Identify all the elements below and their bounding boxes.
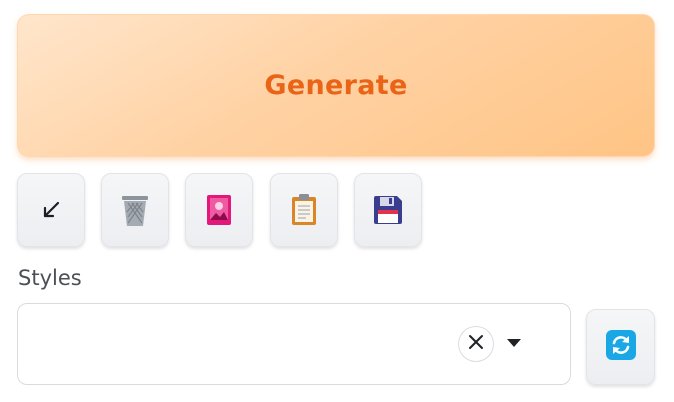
generate-button[interactable]: Generate [17, 14, 655, 157]
image-icon [205, 193, 233, 227]
extra-networks-button[interactable] [185, 173, 253, 247]
refresh-icon [605, 330, 636, 364]
floppy-disk-icon [372, 194, 404, 226]
save-style-button[interactable] [354, 173, 422, 247]
send-to-prompt-button[interactable] [17, 173, 85, 247]
styles-dropdown[interactable] [17, 303, 571, 385]
clear-prompt-button[interactable] [101, 173, 169, 247]
apply-style-button[interactable] [270, 173, 338, 247]
refresh-styles-button[interactable] [586, 309, 655, 385]
arrow-down-left-icon [38, 197, 64, 223]
styles-label: Styles [18, 266, 82, 290]
close-icon [468, 334, 484, 354]
caret-down-icon[interactable] [507, 339, 521, 347]
trash-icon [119, 192, 151, 228]
clipboard-icon [290, 193, 318, 227]
clear-styles-button[interactable] [458, 326, 494, 362]
